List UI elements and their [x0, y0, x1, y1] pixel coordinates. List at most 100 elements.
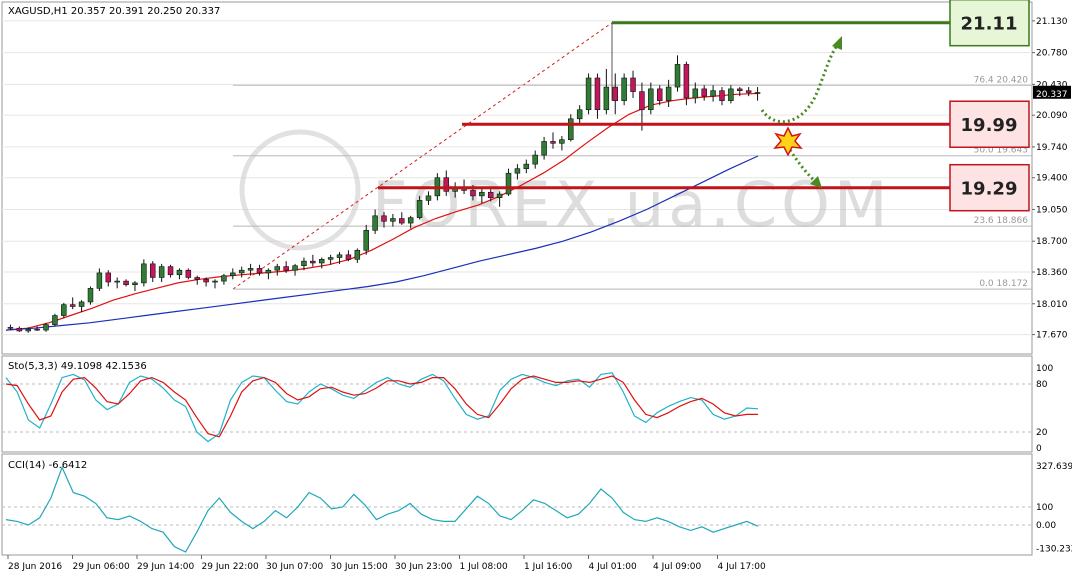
candle-body [7, 327, 14, 329]
level-box-label: 19.29 [961, 179, 1018, 200]
candle-body [61, 304, 67, 316]
stoch-title: Sto(5,3,3) 49.1098 42.1536 [8, 361, 147, 372]
candle-body [345, 254, 352, 260]
candle-body [256, 268, 263, 274]
watermark-text: FOREX.ua.COM [372, 168, 891, 241]
candle-body [354, 249, 361, 260]
y-tick-label: 20.090 [1036, 111, 1068, 121]
y-tick-label: 19.400 [1036, 174, 1068, 184]
candle-body [612, 86, 618, 101]
symbol-header: XAGUSD,H1 20.357 20.391 20.250 20.337 [8, 6, 220, 17]
candle-body [69, 304, 76, 307]
candle-body [487, 191, 494, 198]
fib-level-label: 0.0 18.172 [979, 279, 1028, 289]
candle-body [132, 282, 138, 286]
stoch-y-tick-label: 0 [1036, 444, 1042, 454]
candle-body [247, 268, 254, 271]
candle-body [648, 88, 654, 111]
candle-body [381, 215, 387, 222]
candle-body [683, 64, 690, 99]
candle-body [310, 260, 316, 264]
candle-body [176, 269, 183, 276]
candle-body [621, 77, 627, 101]
candle-body [283, 266, 289, 271]
candle-body [728, 88, 734, 101]
candle-body [754, 92, 761, 94]
candle-body [105, 272, 112, 283]
candle-body [87, 288, 94, 303]
stoch-y-tick-label: 100 [1036, 364, 1053, 374]
candle-body [470, 190, 476, 197]
stoch-pane-frame [1, 355, 1033, 453]
fib-level-label: 23.6 18.866 [974, 216, 1029, 226]
y-tick-label: 18.700 [1036, 237, 1068, 247]
candle-body [568, 118, 574, 140]
stoch-y-tick-label: 20 [1036, 428, 1048, 438]
x-tick-label: 30 Jun 15:00 [331, 562, 388, 572]
x-tick-label: 4 Jul 17:00 [718, 562, 767, 572]
candle-body [43, 324, 49, 331]
candle-body [443, 177, 450, 192]
cci-pane-frame [1, 453, 1033, 556]
candle-body [123, 280, 129, 286]
candle-body [327, 257, 334, 260]
candle-body [301, 260, 307, 266]
candle-body [559, 139, 565, 144]
candle-body [16, 327, 23, 332]
current-price-label: 20.337 [1036, 90, 1068, 100]
fib-level-label: 76.4 20.420 [974, 75, 1029, 85]
candle-body [692, 88, 699, 99]
candle-body [416, 200, 423, 218]
candle-body [505, 172, 512, 195]
candle-body [603, 86, 610, 111]
candle-body [372, 215, 378, 231]
candle-body [185, 269, 192, 278]
x-tick-label: 4 Jul 09:00 [653, 562, 702, 572]
x-tick-label: 30 Jun 23:00 [395, 562, 452, 572]
candle-body [701, 88, 707, 97]
stoch-y-tick-label: 80 [1036, 380, 1048, 390]
candle-body [194, 277, 200, 280]
x-tick-label: 1 Jul 16:00 [524, 562, 573, 572]
x-tick-label: 30 Jun 07:00 [266, 562, 323, 572]
candle-body [114, 280, 120, 283]
candle-body [265, 269, 272, 274]
candle-body [238, 269, 245, 274]
candle-body [212, 280, 218, 283]
y-tick-label: 21.130 [1036, 17, 1068, 27]
candle-body [674, 64, 681, 88]
candle-body [25, 328, 31, 332]
x-tick-label: 4 Jul 01:00 [589, 562, 638, 572]
cci-y-tick-label: 327.6397 [1036, 462, 1072, 472]
candle-body [630, 77, 636, 92]
candle-body [141, 263, 147, 284]
candle-body [479, 191, 485, 197]
candle-body [541, 141, 547, 156]
candle-body [407, 217, 414, 224]
candle-body [532, 154, 538, 165]
candle-body [230, 272, 236, 276]
candle-body [496, 193, 503, 198]
candle-body [425, 195, 432, 201]
candle-body [639, 91, 645, 111]
level-box-label: 19.99 [961, 115, 1018, 136]
candle-body [745, 90, 752, 93]
y-tick-label: 20.780 [1036, 49, 1068, 59]
candle-body [34, 328, 40, 331]
candle-body [737, 88, 743, 91]
candle-body [363, 230, 369, 251]
candle-body [318, 259, 325, 264]
candle-body [550, 141, 556, 144]
y-tick-label: 17.670 [1036, 331, 1068, 341]
y-tick-label: 18.360 [1036, 268, 1068, 278]
candle-body [390, 218, 396, 222]
candle-body [514, 168, 521, 174]
candle-body [665, 86, 672, 101]
cci-y-tick-label: 0.00 [1036, 521, 1056, 531]
candle-body [96, 272, 103, 289]
x-tick-label: 1 Jul 08:00 [460, 562, 509, 572]
y-tick-label: 19.050 [1036, 205, 1068, 215]
candle-body [158, 266, 165, 278]
candle-body [78, 301, 85, 307]
candle-body [52, 315, 58, 325]
